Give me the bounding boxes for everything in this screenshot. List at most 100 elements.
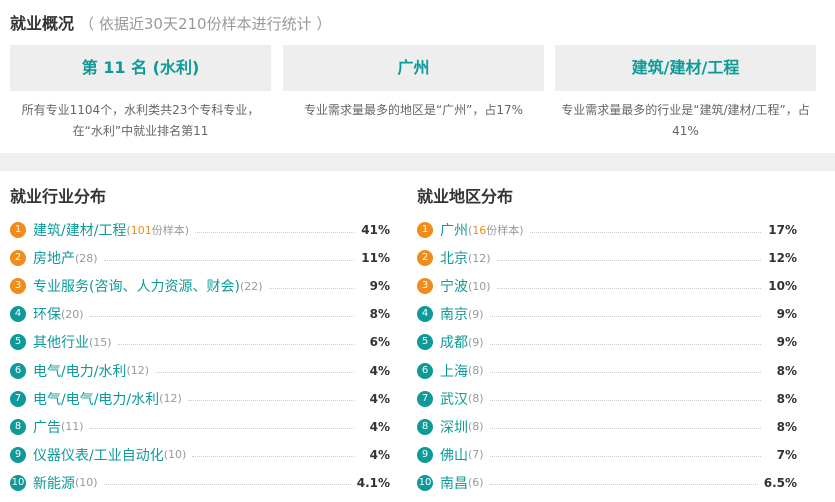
rank-summary-card: 第 11 名 (水利) [10, 45, 271, 91]
sample-count: (12) [468, 252, 491, 265]
sample-count: (15) [89, 336, 112, 349]
share-percent: 8% [369, 307, 390, 322]
count-number: 12 [472, 251, 487, 265]
dotted-leader [489, 428, 761, 430]
region-item[interactable]: 8 深圳 (8) 8% [417, 413, 797, 441]
region-name-link[interactable]: 南昌 [440, 473, 468, 493]
industry-item[interactable]: 10 新能源 (10) 4.1% [10, 469, 390, 497]
industry-item[interactable]: 7 电气/电气/电力/水利 (12) 4% [10, 385, 390, 413]
dotted-leader [89, 315, 354, 317]
region-name-link[interactable]: 成都 [440, 332, 468, 352]
industry-item[interactable]: 9 仪器仪表/工业自动化 (10) 4% [10, 441, 390, 469]
industry-item[interactable]: 3 专业服务(咨询、人力资源、财会) (22) 9% [10, 272, 390, 300]
rank-badge: 5 [10, 334, 26, 351]
industry-name-link[interactable]: 房地产 [33, 248, 75, 268]
industry-name-link[interactable]: 电气/电力/水利 [33, 361, 126, 381]
industry-item[interactable]: 8 广告 (11) 4% [10, 413, 390, 441]
industry-name-link[interactable]: 其他行业 [33, 332, 89, 352]
region-item[interactable]: 10 南昌 (6) 6.5% [417, 469, 797, 497]
industry-item[interactable]: 5 其他行业 (15) 6% [10, 328, 390, 356]
sample-count: (8) [468, 420, 484, 433]
rank-summary-desc: 所有专业1104个，水利类共23个专科专业，在“水利”中就业排名第11 [21, 103, 260, 138]
region-name-link[interactable]: 武汉 [440, 389, 468, 409]
share-percent: 11% [361, 251, 390, 266]
count-close: ) [93, 476, 98, 490]
region-name-link[interactable]: 北京 [440, 248, 468, 268]
count-close: ) [479, 307, 484, 321]
region-item[interactable]: 5 成都 (9) 9% [417, 328, 797, 356]
share-percent: 4% [369, 391, 390, 406]
sample-count: (20) [61, 308, 84, 321]
sample-count: (22) [240, 280, 263, 293]
rank-badge: 8 [10, 418, 26, 435]
sample-count: (11) [61, 420, 84, 433]
share-percent: 6.5% [763, 475, 797, 490]
count-close: ) [479, 364, 484, 377]
sample-count: (12) [159, 392, 182, 405]
industry-name-link[interactable]: 新能源 [33, 473, 75, 493]
region-name-link[interactable]: 宁波 [440, 276, 468, 296]
sample-count: (8) [468, 392, 484, 405]
region-name-link[interactable]: 南京 [440, 304, 468, 324]
sample-count: (9) [468, 308, 484, 321]
count-number: 20 [65, 307, 80, 321]
sample-count: (16份样本) [468, 222, 524, 238]
share-percent: 9% [776, 307, 797, 322]
count-close: 份样本) [151, 224, 190, 237]
industry-name-link[interactable]: 电气/电气/电力/水利 [33, 389, 159, 409]
count-close: ) [479, 335, 484, 349]
count-number: 22 [244, 279, 259, 293]
sample-count: (28) [75, 252, 98, 265]
count-close: ) [486, 279, 491, 293]
count-number: 10 [168, 448, 183, 462]
region-item[interactable]: 4 南京 (9) 9% [417, 300, 797, 328]
dotted-leader [192, 456, 354, 458]
share-percent: 9% [369, 279, 390, 294]
count-close: ) [486, 251, 491, 265]
industry-name-link[interactable]: 专业服务(咨询、人力资源、财会) [33, 276, 240, 296]
region-item[interactable]: 3 宁波 (10) 10% [417, 272, 797, 300]
sample-count: (9) [468, 336, 484, 349]
rank-badge: 3 [10, 278, 26, 295]
industry-name-link[interactable]: 建筑/建材/工程 [33, 220, 126, 240]
dotted-leader [117, 343, 354, 345]
region-name-link[interactable]: 深圳 [440, 417, 468, 437]
industry-item[interactable]: 6 电气/电力/水利 (12) 4% [10, 357, 390, 385]
industry-item[interactable]: 1 建筑/建材/工程 (101份样本) 41% [10, 216, 390, 244]
industry-item[interactable]: 2 房地产 (28) 11% [10, 244, 390, 272]
count-number: 10 [79, 476, 94, 490]
overview-header: 就业概况 （ 依据近30天210份样本进行统计 ） [10, 10, 331, 34]
region-item[interactable]: 2 北京 (12) 12% [417, 244, 797, 272]
industry-name-link[interactable]: 仪器仪表/工业自动化 [33, 445, 164, 465]
region-name-link[interactable]: 广州 [440, 220, 468, 240]
count-close: ) [479, 420, 484, 434]
overview-title: 就业概况 [10, 14, 75, 33]
top-region-card: 广州 [283, 45, 544, 91]
industry-name-link[interactable]: 环保 [33, 304, 61, 324]
region-title: 就业地区分布 [417, 187, 514, 206]
top-industry-desc: 专业需求量最多的行业是“建筑/建材/工程”，占41% [561, 103, 810, 138]
dotted-leader [195, 231, 354, 233]
rank-badge: 10 [10, 474, 26, 491]
rank-badge: 8 [417, 418, 433, 435]
count-close: 份样本) [486, 224, 524, 237]
industry-item[interactable]: 4 环保 (20) 8% [10, 300, 390, 328]
rank-badge: 3 [417, 278, 433, 295]
rank-badge: 5 [417, 334, 433, 351]
industry-name-link[interactable]: 广告 [33, 417, 61, 437]
count-close: ) [479, 392, 484, 406]
share-percent: 6% [369, 335, 390, 350]
region-item[interactable]: 9 佛山 (7) 7% [417, 441, 797, 469]
dotted-leader [489, 456, 761, 458]
region-item[interactable]: 6 上海 (8) 8% [417, 357, 797, 385]
count-number: 15 [93, 335, 108, 349]
region-name-link[interactable]: 上海 [440, 361, 468, 381]
count-number: 11 [65, 420, 80, 434]
share-percent: 4.1% [356, 475, 390, 490]
region-name-link[interactable]: 佛山 [440, 445, 468, 465]
share-percent: 8% [776, 391, 797, 406]
region-item[interactable]: 7 武汉 (8) 8% [417, 385, 797, 413]
region-item[interactable]: 1 广州 (16份样本) 17% [417, 216, 797, 244]
rank-badge: 7 [417, 390, 433, 407]
count-close: ) [479, 448, 484, 462]
